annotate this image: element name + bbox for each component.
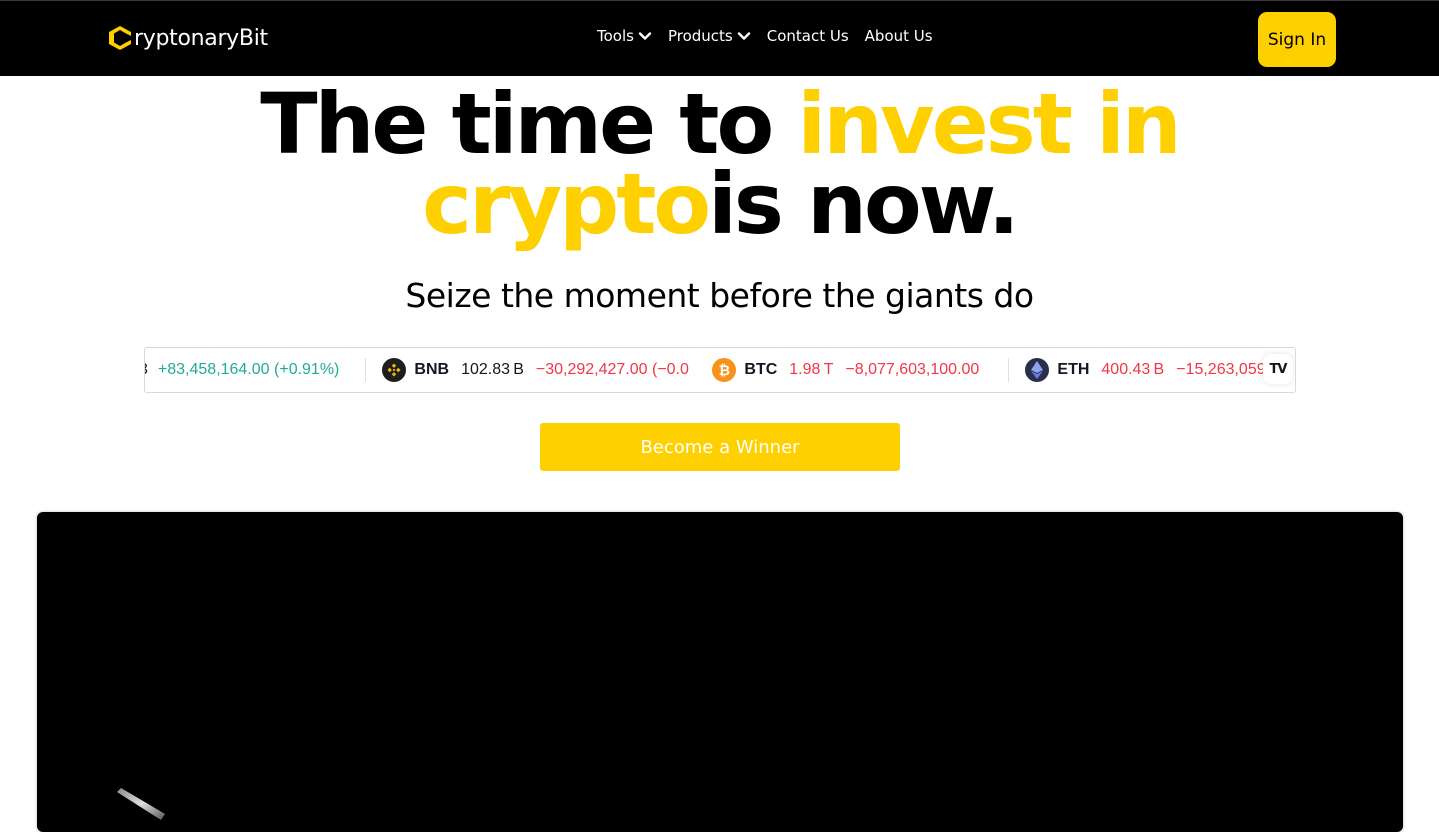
hero-headline: The time to invest in cryptois now. (0, 76, 1439, 246)
ticker-change: −8,077,603,100.00 (845, 361, 980, 378)
ticker-symbol: BTC (744, 361, 778, 378)
top-navbar: ryptonaryBit Tools Products Contact Us A… (0, 0, 1439, 76)
ticker-change: −15,263,059 (1176, 361, 1266, 378)
nav-about-us-link[interactable]: About Us (865, 27, 933, 45)
headline-black-text: is now. (708, 155, 1020, 253)
bnb-icon (382, 358, 407, 382)
video-frame-streak (117, 788, 165, 820)
nav-contact-us-link[interactable]: Contact Us (767, 27, 849, 45)
ticker-item[interactable]: ETH 400.43 B −15,263,059 (1009, 348, 1266, 392)
hero-subtitle: Seize the moment before the giants do (405, 276, 1034, 315)
ticker-change: −30,292,427.00 (−0.0 (535, 361, 689, 378)
become-a-winner-button[interactable]: Become a Winner (540, 423, 900, 471)
ticker-change: +83,458,164.00 (+0.91%) (157, 361, 340, 378)
chevron-down-icon (737, 32, 750, 40)
ticker-item[interactable]: BNB 102.83 B −30,292,427.00 (−0.0 (366, 348, 698, 392)
logo-mark-icon (109, 26, 131, 50)
nav-products-label: Products (667, 27, 733, 45)
crypto-ticker-tape[interactable]: 3 +83,458,164.00 (+0.91%) BNB 102.83 B −… (144, 347, 1296, 393)
headline-highlight-text: crypto (422, 155, 711, 253)
chevron-down-icon (638, 32, 652, 40)
tradingview-logo-icon[interactable]: TV (1263, 354, 1293, 384)
hero-video-player[interactable] (37, 512, 1403, 832)
ticker-market-cap: 3 (145, 361, 148, 379)
headline-line-1: The time to invest in (0, 76, 1439, 166)
ticker-item[interactable]: ₿ BTC 1.98 T −8,077,603,100.00 (698, 348, 1008, 392)
main-nav: Tools Products Contact Us About Us (597, 27, 949, 45)
nav-tools-label: Tools (597, 27, 634, 45)
sign-in-button[interactable]: Sign In (1258, 12, 1336, 67)
nav-products-dropdown[interactable]: Products (668, 27, 751, 45)
ticker-symbol: BNB (414, 361, 450, 378)
bitcoin-icon: ₿ (712, 358, 737, 382)
ticker-market-cap: 1.98 T (789, 361, 834, 378)
ticker-market-cap: 102.83 B (461, 361, 524, 378)
hero-section: The time to invest in cryptois now. (0, 76, 1439, 246)
brand-logo[interactable]: ryptonaryBit (108, 23, 268, 53)
ticker-market-cap: 400.43 B (1101, 361, 1165, 378)
ticker-symbol: ETH (1057, 361, 1090, 378)
ticker-track: 3 +83,458,164.00 (+0.91%) BNB 102.83 B −… (145, 348, 1266, 392)
ticker-item[interactable]: 3 +83,458,164.00 (+0.91%) (145, 348, 365, 392)
brand-name: ryptonaryBit (134, 25, 268, 51)
ethereum-icon (1025, 358, 1050, 382)
headline-line-2: cryptois now. (0, 162, 1439, 246)
nav-tools-dropdown[interactable]: Tools (597, 27, 652, 45)
